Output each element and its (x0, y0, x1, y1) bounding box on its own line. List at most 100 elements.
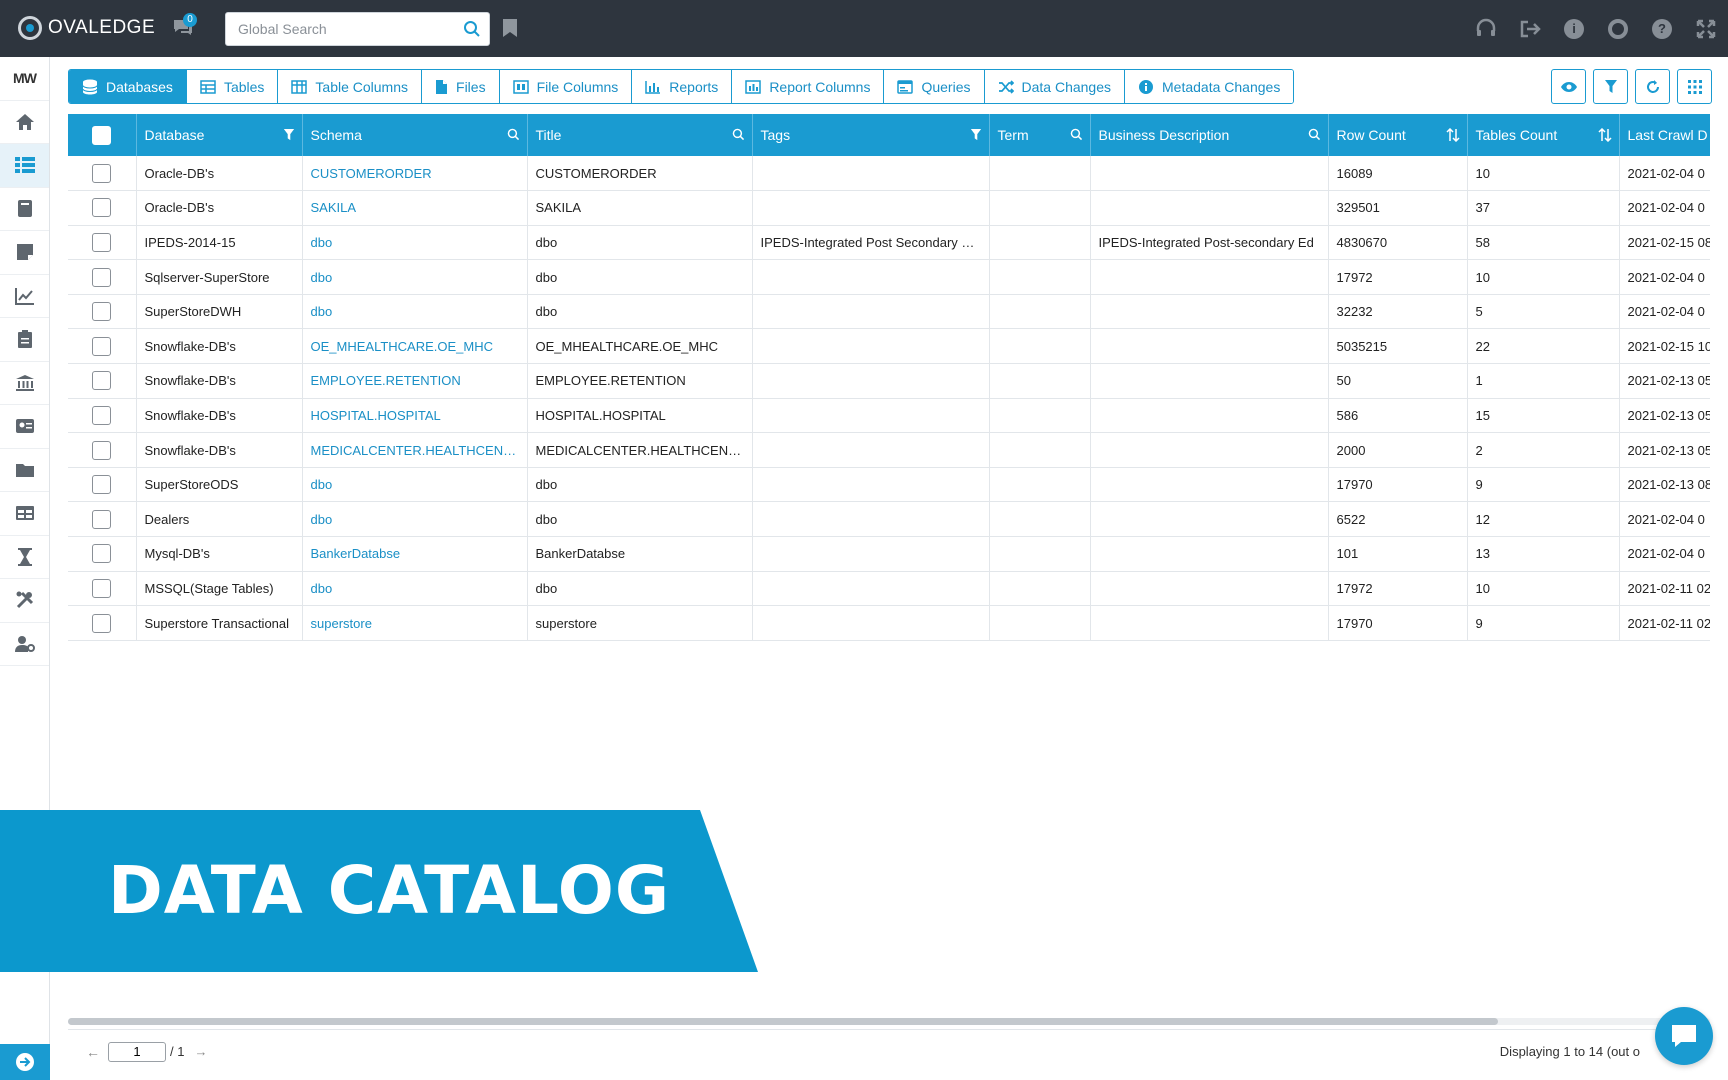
table-row[interactable]: Snowflake-DB's EMPLOYEE.RETENTION EMPLOYEE… (68, 363, 1710, 399)
search-icon[interactable] (732, 128, 745, 141)
sidebar-expand-button[interactable] (0, 1044, 50, 1080)
row-checkbox[interactable] (92, 405, 112, 425)
row-checkbox[interactable] (92, 302, 112, 322)
tab-queries[interactable]: Queries (884, 70, 985, 103)
schema-link[interactable]: dbo (302, 467, 528, 503)
tab-data-changes[interactable]: Data Changes (984, 70, 1126, 103)
chat-widget-button[interactable] (1655, 1007, 1713, 1065)
sidebar-item-notes[interactable] (0, 231, 49, 275)
schema-link[interactable]: dbo (302, 259, 528, 295)
help-button[interactable]: ? (1640, 0, 1684, 57)
sidebar-item-profiles[interactable] (0, 405, 49, 449)
row-checkbox[interactable] (92, 198, 112, 218)
table-row[interactable]: Dealers dbo dbo 6522 12 2021-02-04 0 (68, 501, 1710, 538)
schema-link[interactable]: OE_MHEALTHCARE.OE_MHC (302, 328, 528, 365)
sidebar-user[interactable]: MW (0, 57, 49, 101)
info-button[interactable]: i (1552, 0, 1596, 57)
sidebar-item-folders[interactable] (0, 449, 49, 492)
filter-icon[interactable] (970, 128, 982, 142)
sidebar-item-analytics[interactable] (0, 275, 49, 318)
sidebar-item-home[interactable] (0, 101, 49, 144)
sidebar-item-jobs[interactable] (0, 536, 49, 579)
page-number-input[interactable] (108, 1041, 166, 1062)
table-row[interactable]: IPEDS-2014-15 dbo dbo IPEDS-Integrated Post… (68, 225, 1710, 261)
table-row[interactable]: Snowflake-DB's MEDICALCENTER.HEALTHCENTER… (68, 432, 1710, 468)
schema-link[interactable]: dbo (302, 225, 528, 261)
fullscreen-button[interactable] (1684, 0, 1728, 57)
sidebar-item-admin[interactable] (0, 623, 49, 666)
tab-reports[interactable]: Reports (632, 70, 733, 103)
sidebar-item-catalog[interactable] (0, 144, 49, 188)
logout-button[interactable] (1508, 0, 1552, 57)
row-checkbox[interactable] (92, 232, 112, 252)
column-header-database[interactable]: Database (136, 114, 303, 156)
refresh-button[interactable] (1635, 69, 1670, 104)
row-checkbox[interactable] (92, 613, 112, 633)
row-checkbox[interactable] (92, 440, 112, 460)
schema-link[interactable]: HOSPITAL.HOSPITAL (302, 398, 528, 434)
column-header-tables-count[interactable]: Tables Count (1467, 114, 1620, 156)
table-row[interactable]: Oracle-DB's SAKILA SAKILA 329501 37 2021-02-0… (68, 190, 1710, 226)
column-header-schema[interactable]: Schema (302, 114, 528, 156)
table-row[interactable]: SuperStoreDWH dbo dbo 32232 5 2021-02-04 0 (68, 294, 1710, 330)
table-row[interactable]: Sqlserver-SuperStore dbo dbo 17972 10 2021-02… (68, 259, 1710, 295)
column-header-term[interactable]: Term (989, 114, 1091, 156)
tab-file-columns[interactable]: File Columns (499, 70, 633, 103)
row-checkbox[interactable] (92, 544, 112, 564)
column-header-row-count[interactable]: Row Count (1328, 114, 1468, 156)
sidebar-item-tools[interactable] (0, 579, 49, 623)
sort-icon[interactable] (1597, 128, 1612, 142)
table-row[interactable]: Snowflake-DB's OE_MHEALTHCARE.OE_MHC OE_MH… (68, 328, 1710, 365)
tab-metadata-changes[interactable]: Metadata Changes (1125, 70, 1294, 103)
search-icon[interactable] (1070, 128, 1083, 141)
table-row[interactable]: Oracle-DB's CUSTOMERORDER CUSTOMERORDER 160… (68, 156, 1710, 192)
view-button[interactable] (1551, 69, 1586, 104)
search-icon[interactable] (463, 20, 481, 38)
tab-files[interactable]: Files (422, 70, 500, 103)
schema-link[interactable]: dbo (302, 571, 528, 607)
schema-link[interactable]: dbo (302, 501, 528, 538)
row-checkbox[interactable] (92, 371, 112, 391)
tab-tables[interactable]: Tables (186, 70, 279, 103)
tab-report-columns[interactable]: Report Columns (732, 70, 885, 103)
tab-databases[interactable]: Databases (69, 70, 187, 103)
schema-link[interactable]: superstore (302, 605, 528, 641)
search-icon[interactable] (507, 128, 520, 141)
row-checkbox[interactable] (92, 163, 112, 183)
column-header-tags[interactable]: Tags (752, 114, 990, 156)
bookmark-icon[interactable] (502, 18, 518, 38)
table-row[interactable]: Mysql-DB's BankerDatabse BankerDatabse 101 1… (68, 536, 1710, 572)
schema-link[interactable]: CUSTOMERORDER (302, 156, 528, 192)
row-checkbox[interactable] (92, 267, 112, 287)
scrollbar-thumb[interactable] (68, 1018, 1498, 1025)
schema-link[interactable]: BankerDatabse (302, 536, 528, 572)
prev-page-icon[interactable]: ← (68, 1044, 108, 1060)
logo[interactable]: OVALEDGE (18, 16, 155, 40)
sidebar-item-tasks[interactable] (0, 318, 49, 362)
schema-link[interactable]: dbo (302, 294, 528, 330)
schema-link[interactable]: SAKILA (302, 190, 528, 226)
row-checkbox[interactable] (92, 578, 112, 598)
next-page-icon[interactable]: → (184, 1044, 207, 1059)
schema-link[interactable]: MEDICALCENTER.HEALTHCENTER (302, 432, 528, 468)
column-header-last-crawl-date[interactable]: Last Crawl D (1619, 114, 1710, 156)
columns-button[interactable] (1677, 69, 1712, 104)
filter-button[interactable] (1593, 69, 1628, 104)
support-button[interactable] (1464, 0, 1508, 57)
tab-table-columns[interactable]: Table Columns (278, 70, 423, 103)
schema-link[interactable]: EMPLOYEE.RETENTION (302, 363, 528, 399)
table-row[interactable]: SuperStoreODS dbo dbo 17970 9 2021-02-13 08 (68, 467, 1710, 503)
row-checkbox[interactable] (92, 509, 112, 529)
horizontal-scrollbar[interactable] (68, 1018, 1710, 1025)
row-checkbox[interactable] (92, 475, 112, 495)
search-icon[interactable] (1308, 128, 1321, 141)
sort-icon[interactable] (1445, 128, 1460, 142)
table-row[interactable]: Snowflake-DB's HOSPITAL.HOSPITAL HOSPITAL.… (68, 398, 1710, 434)
filter-icon[interactable] (283, 128, 295, 142)
help-center-button[interactable] (1596, 0, 1640, 57)
sidebar-item-governance[interactable] (0, 362, 49, 405)
select-all-checkbox[interactable] (92, 125, 112, 145)
search-input[interactable] (226, 13, 446, 45)
table-row[interactable]: MSSQL(Stage Tables) dbo dbo 17972 10 2021-02-… (68, 571, 1710, 607)
sidebar-item-grid[interactable] (0, 492, 49, 536)
